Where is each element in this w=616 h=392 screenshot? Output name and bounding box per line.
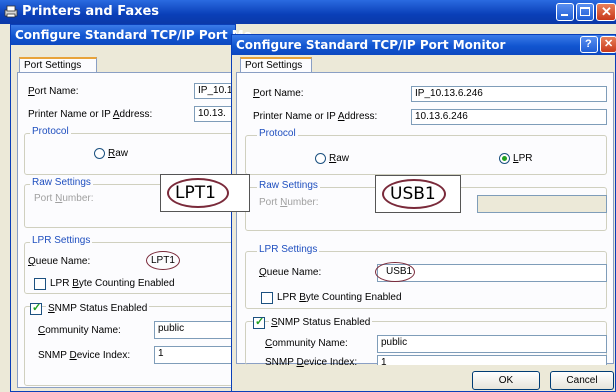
port-settings-panel: Port Name: IP_10.1 Printer Name or IP Ad… bbox=[17, 72, 244, 388]
protocol-group bbox=[24, 133, 244, 175]
printer-address-label: Printer Name or IP Address: bbox=[28, 109, 153, 120]
snmp-enabled-checkbox[interactable]: ✓ bbox=[253, 316, 265, 329]
printer-icon bbox=[4, 5, 18, 18]
dialog-right-titlebar[interactable]: Configure Standard TCP/IP Port Monitor ?… bbox=[232, 35, 616, 55]
dialog-right-title: Configure Standard TCP/IP Port Monitor bbox=[236, 38, 506, 52]
help-icon: ? bbox=[585, 38, 592, 50]
raw-radio[interactable] bbox=[94, 148, 105, 159]
queue-highlight-ellipse bbox=[375, 262, 415, 282]
dialog-close-button[interactable]: ✕ bbox=[600, 36, 616, 53]
port-number-label: Port Number: bbox=[34, 193, 94, 204]
window-title: Printers and Faxes bbox=[22, 4, 160, 19]
queue-name-label: Queue Name: bbox=[259, 267, 322, 278]
lpr-settings-group-label: LPR Settings bbox=[257, 244, 320, 255]
snmp-enabled-label: SNMP Status Enabled bbox=[269, 317, 373, 328]
port-number-label: Port Number: bbox=[259, 197, 319, 208]
dialog-left-titlebar[interactable]: Configure Standard TCP/IP Port Mo bbox=[11, 25, 252, 45]
minimize-button[interactable] bbox=[556, 3, 574, 21]
lpr-radio-label: LPR bbox=[513, 153, 533, 164]
snmp-enabled-label: SNMP Status Enabled bbox=[46, 303, 150, 314]
lpr-byte-counting-label: LPR Byte Counting Enabled bbox=[277, 292, 402, 303]
maximize-icon bbox=[580, 7, 590, 16]
queue-highlight-ellipse bbox=[146, 251, 180, 270]
port-name-label: Port Name: bbox=[28, 86, 79, 97]
lpr-radio[interactable] bbox=[499, 153, 510, 164]
dialog-right: Configure Standard TCP/IP Port Monitor ?… bbox=[231, 34, 616, 392]
queue-name-label: Queue Name: bbox=[28, 256, 91, 267]
close-icon: ✕ bbox=[604, 38, 614, 50]
usb1-callout-ellipse bbox=[382, 179, 446, 209]
minimize-icon bbox=[561, 14, 568, 16]
raw-radio-label: Raw bbox=[108, 148, 129, 159]
port-name-label: Port Name: bbox=[253, 88, 304, 99]
community-name-input[interactable]: public bbox=[377, 335, 607, 353]
lpt1-callout-ellipse bbox=[167, 178, 229, 208]
cancel-button[interactable]: Cancel bbox=[550, 371, 614, 390]
port-number-input bbox=[477, 195, 607, 213]
maximize-button[interactable] bbox=[576, 3, 594, 21]
tab-port-settings[interactable]: Port Settings bbox=[19, 57, 97, 73]
check-icon: ✓ bbox=[255, 316, 265, 328]
raw-settings-group-label: Raw Settings bbox=[257, 180, 320, 191]
snmp-enabled-checkbox[interactable]: ✓ bbox=[30, 302, 42, 315]
lpr-settings-group-label: LPR Settings bbox=[30, 235, 93, 246]
dialog-left-title: Configure Standard TCP/IP Port Mo bbox=[15, 28, 252, 42]
help-button[interactable]: ? bbox=[580, 36, 598, 53]
lpr-byte-counting-checkbox[interactable] bbox=[261, 292, 273, 304]
tab-port-settings[interactable]: Port Settings bbox=[240, 57, 312, 73]
protocol-group bbox=[245, 135, 607, 175]
raw-radio-label: Raw bbox=[329, 153, 350, 164]
protocol-group-label: Protocol bbox=[30, 126, 71, 137]
snmp-device-index-label: SNMP Device Index: bbox=[38, 350, 131, 361]
lpt1-callout: LPT1 bbox=[160, 174, 250, 212]
printer-address-input[interactable]: 10.13.6.246 bbox=[411, 109, 607, 125]
raw-radio[interactable] bbox=[315, 153, 326, 164]
close-button[interactable]: ✕ bbox=[596, 3, 616, 21]
community-name-label: Community Name: bbox=[38, 325, 121, 336]
close-icon: ✕ bbox=[601, 4, 612, 19]
community-name-label: Community Name: bbox=[265, 338, 348, 349]
lpr-byte-counting-label: LPR Byte Counting Enabled bbox=[50, 278, 175, 289]
main-titlebar[interactable]: Printers and Faxes ✕ bbox=[0, 0, 616, 24]
port-settings-panel: Port Name: IP_10.13.6.246 Printer Name o… bbox=[236, 72, 614, 368]
check-icon: ✓ bbox=[32, 302, 42, 314]
protocol-group-label: Protocol bbox=[257, 128, 298, 139]
snmp-device-index-label: SNMP Device Index: bbox=[265, 357, 358, 368]
port-name-input[interactable]: IP_10.13.6.246 bbox=[411, 86, 607, 102]
usb1-callout: USB1 bbox=[375, 175, 461, 213]
printer-address-label: Printer Name or IP Address: bbox=[253, 111, 378, 122]
lpr-byte-counting-checkbox[interactable] bbox=[34, 278, 46, 290]
ok-button[interactable]: OK bbox=[472, 371, 540, 390]
snmp-device-index-input[interactable]: 1 bbox=[377, 355, 607, 365]
raw-settings-group-label: Raw Settings bbox=[30, 177, 93, 188]
radio-selected-dot bbox=[502, 156, 507, 161]
